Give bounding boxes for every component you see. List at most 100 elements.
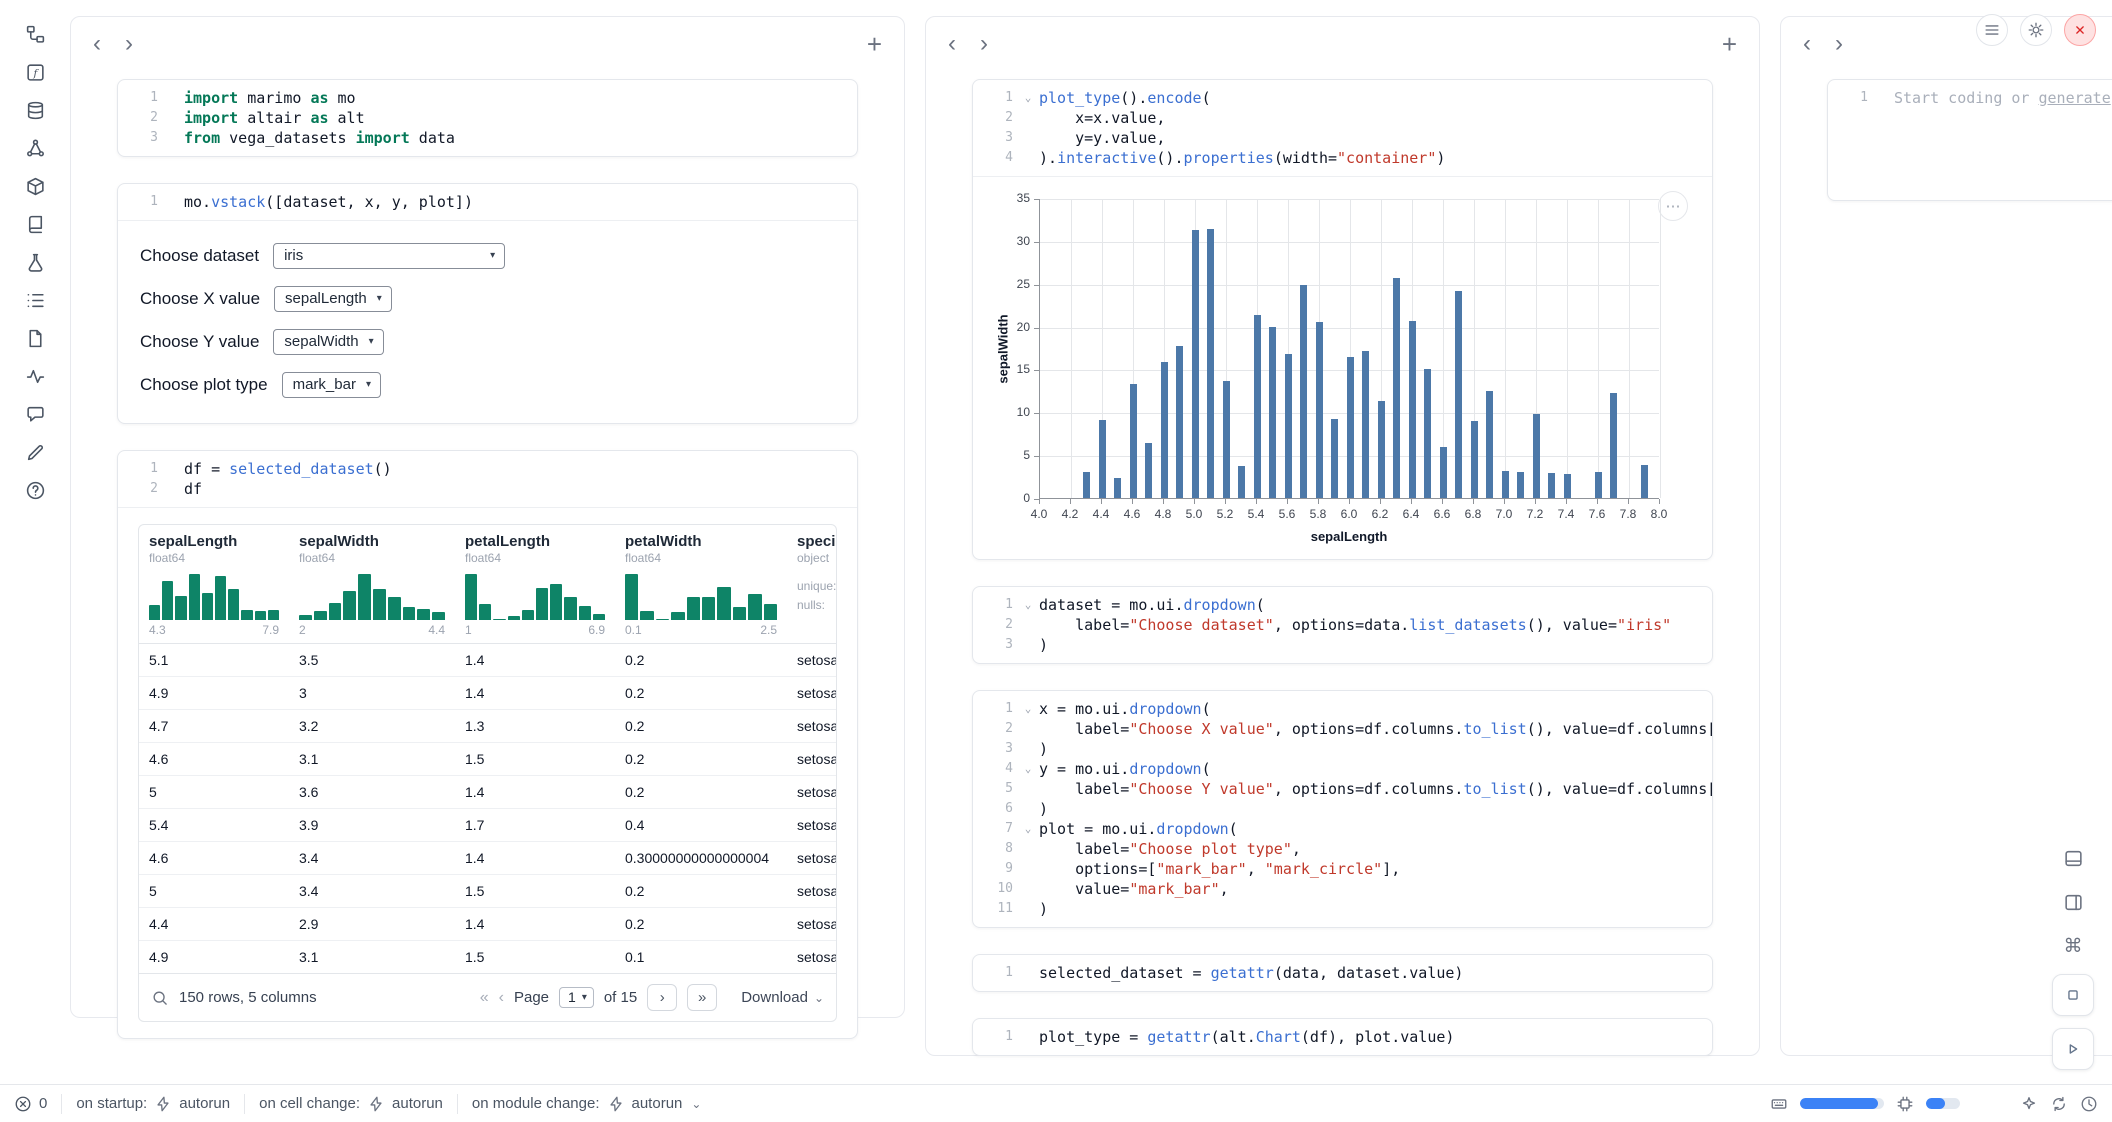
code-line: 1⌄dataset = mo.ui.dropdown(	[977, 595, 1700, 615]
page-select[interactable]: 1 ▾	[559, 987, 594, 1008]
table-row[interactable]: 5.13.51.40.2setosa	[139, 644, 836, 677]
altair-bar-chart[interactable]: sepalWidth sepalLength 051015202530354.0…	[987, 193, 1692, 551]
add-cell-button[interactable]: +	[1718, 31, 1741, 57]
next-page-button[interactable]: ›	[647, 984, 677, 1011]
table-body[interactable]: sepalLengthfloat644.37.9sepalWidthfloat6…	[139, 525, 836, 973]
table-row[interactable]: 4.93.11.50.1setosa	[139, 941, 836, 974]
sidebar-item-logs[interactable]	[21, 286, 49, 314]
sidebar-item-tracing[interactable]	[21, 362, 49, 390]
cell-plot-type: 1plot_type = getattr(alt.Chart(df), plot…	[972, 1018, 1713, 1056]
column-histogram	[465, 574, 605, 620]
on-cell-change-config[interactable]: on cell change: autorun	[259, 1095, 443, 1113]
search-button[interactable]	[151, 989, 169, 1007]
sparkle-icon	[2020, 1095, 2038, 1113]
code-line: 2df	[122, 479, 845, 499]
editor-placeholder: Start coding or generate with AI	[1894, 88, 2112, 108]
code-editor[interactable]: 1plot_type = getattr(alt.Chart(df), plot…	[973, 1019, 1712, 1055]
choose-y-value-select[interactable]: sepalWidth▾	[273, 329, 383, 355]
table-row[interactable]: 53.41.50.2setosa	[139, 875, 836, 908]
on-startup-config[interactable]: on startup: autorun	[76, 1095, 230, 1113]
stop-button[interactable]	[2052, 974, 2094, 1016]
bar	[1362, 351, 1369, 498]
menu-button[interactable]	[1976, 14, 2008, 46]
code-editor[interactable]: 1⌄dataset = mo.ui.dropdown(2 label="Choo…	[973, 587, 1712, 663]
first-page-button[interactable]: «	[480, 989, 489, 1007]
on-module-change-config[interactable]: on module change: autorun ⌄	[472, 1095, 702, 1113]
column-move-left-button[interactable]: ‹	[1799, 32, 1815, 56]
choose-x-value-select[interactable]: sepalLength▾	[274, 286, 392, 312]
prev-page-button[interactable]: ‹	[499, 989, 504, 1007]
choose-plot-type-select[interactable]: mark_bar▾	[282, 372, 381, 398]
plot-area[interactable]	[1039, 199, 1659, 499]
column-header-petalLength[interactable]: petalLengthfloat6416.9	[455, 525, 615, 644]
sidebar-item-packages[interactable]	[21, 172, 49, 200]
bar	[1610, 393, 1617, 498]
sidebar-item-snippets[interactable]	[21, 210, 49, 238]
column-move-left-button[interactable]: ‹	[89, 32, 105, 56]
close-icon	[2071, 21, 2089, 39]
choose-dataset-select[interactable]: iris▾	[273, 243, 505, 269]
panel-right-button[interactable]	[2057, 886, 2089, 918]
table-row[interactable]: 4.63.41.40.30000000000000004setosa	[139, 842, 836, 875]
code-line: 10 value="mark_bar",	[977, 879, 1700, 899]
column-header: ‹ › +	[89, 21, 886, 67]
run-button[interactable]	[2052, 1028, 2094, 1070]
keyboard-shortcuts-button[interactable]: ⌘	[2057, 930, 2089, 962]
code-editor[interactable]: 1import marimo as mo2import altair as al…	[118, 80, 857, 156]
sidebar-item-variables[interactable]: f	[21, 58, 49, 86]
vstack-output: Choose datasetiris▾Choose X valuesepalLe…	[118, 220, 857, 423]
add-cell-button[interactable]: +	[863, 31, 886, 57]
download-button[interactable]: Download ⌄	[741, 989, 824, 1006]
sidebar-item-documentation[interactable]	[21, 324, 49, 352]
panel-bottom-button[interactable]	[2057, 842, 2089, 874]
column-move-right-button[interactable]: ›	[1831, 32, 1847, 56]
column-header-sepalWidth[interactable]: sepalWidthfloat6424.4	[289, 525, 455, 644]
keyboard-icon	[1770, 1095, 1788, 1113]
sidebar-item-datasources[interactable]	[21, 96, 49, 124]
dataframe-output: sepalLengthfloat644.37.9sepalWidthfloat6…	[118, 507, 857, 1022]
code-editor[interactable]: 1⌄plot_type().encode(2 x=x.value,3 y=y.v…	[973, 80, 1712, 176]
column-move-left-button[interactable]: ‹	[944, 32, 960, 56]
code-editor[interactable]: 1 Start coding or generate with AI	[1828, 80, 2112, 200]
table-row[interactable]: 4.42.91.40.2setosa	[139, 908, 836, 941]
menu-icon	[1983, 21, 2001, 39]
ai-button[interactable]	[2020, 1095, 2038, 1113]
table-row[interactable]: 4.63.11.50.2setosa	[139, 743, 836, 776]
sidebar-item-scratchpad[interactable]	[21, 248, 49, 276]
bar	[1455, 291, 1462, 498]
table-row[interactable]: 4.73.21.30.2setosa	[139, 710, 836, 743]
last-page-button[interactable]: »	[687, 984, 717, 1011]
shutdown-button[interactable]	[2064, 14, 2096, 46]
column-move-right-button[interactable]: ›	[976, 32, 992, 56]
errors-indicator[interactable]: 0	[14, 1095, 47, 1113]
panel-bottom-icon	[2063, 848, 2084, 869]
column-header-petalWidth[interactable]: petalWidthfloat640.12.5	[615, 525, 787, 644]
history-button[interactable]	[2080, 1095, 2098, 1113]
table-row[interactable]: 53.61.40.2setosa	[139, 776, 836, 809]
bar	[1207, 229, 1214, 498]
code-editor[interactable]: 1⌄x = mo.ui.dropdown(2 label="Choose X v…	[973, 691, 1712, 927]
notebook-columns: ‹ › + 1import marimo as mo2import altair…	[70, 0, 2112, 1084]
code-editor[interactable]: 1mo.vstack([dataset, x, y, plot])	[118, 184, 857, 220]
variables-icon: f	[25, 62, 46, 83]
sidebar-item-annotate[interactable]	[21, 438, 49, 466]
table-row[interactable]: 5.43.91.70.4setosa	[139, 809, 836, 842]
generate-ai-link[interactable]: generate	[2039, 89, 2111, 107]
download-label: Download	[741, 989, 808, 1006]
sidebar-item-chat[interactable]	[21, 400, 49, 428]
sidebar-item-dependencies[interactable]	[21, 134, 49, 162]
column-header-species[interactable]: speciesobjectunique:nulls:	[787, 525, 836, 644]
line-number: 1	[1832, 88, 1872, 108]
choose-x-value-row: Choose X valuesepalLength▾	[140, 284, 835, 314]
column-header-sepalLength[interactable]: sepalLengthfloat644.37.9	[139, 525, 289, 644]
code-editor[interactable]: 1selected_dataset = getattr(data, datase…	[973, 955, 1712, 991]
table-row[interactable]: 4.931.40.2setosa	[139, 677, 836, 710]
code-editor[interactable]: 1df = selected_dataset()2df	[118, 451, 857, 507]
column-move-right-button[interactable]: ›	[121, 32, 137, 56]
refresh-button[interactable]	[2050, 1095, 2068, 1113]
sidebar-item-file-explorer[interactable]	[21, 20, 49, 48]
sidebar-item-help[interactable]	[21, 476, 49, 504]
stop-icon	[2064, 986, 2082, 1004]
settings-button[interactable]	[2020, 14, 2052, 46]
bar	[1564, 474, 1571, 498]
